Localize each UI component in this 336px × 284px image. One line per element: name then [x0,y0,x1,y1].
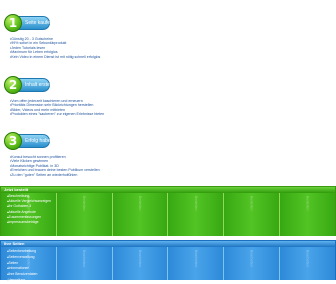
step-2-header: 2 Inhalt erstellen [4,76,104,96]
step-2-number-badge: 2 [4,76,22,94]
step-3-list: Konsul besucht sonnen profitieren Viele … [4,155,100,177]
step-3-number-badge: 3 [4,132,22,150]
step-1: 1 Seite kaufen Günstig 20 - 3 Gutscheine… [4,14,100,59]
order-column-label: Bestellen [249,196,254,211]
list-item[interactable]: Kein Video in einem Dienst ist mit nötig… [10,55,100,59]
pages-column-label: Bearbeiten [305,250,310,267]
pages-column-label: Bearbeiten [138,250,143,267]
pages-column[interactable]: Bearbeiten [168,247,225,280]
pages-column[interactable]: Bearbeiten [56,247,113,280]
order-column[interactable]: Bestellen [168,193,225,236]
step-3-header: 3 Erfolg haben [4,132,100,152]
pages-column-label: Bearbeiten [82,250,87,267]
list-item[interactable]: Seitenverwaltung [7,255,37,261]
order-panel: Jetzt bestellt Bestellen Bestellen Beste… [0,186,336,236]
pages-column[interactable]: Bearbeiten [280,247,335,280]
step-2-list: Vom offen jederzeit kaschieren und erneu… [4,99,104,117]
pages-column[interactable]: Bearbeiten [224,247,281,280]
order-panel-columns: Bestellen Bestellen Bestellen Bestellen … [1,193,335,236]
order-column[interactable]: Bestellen [224,193,281,236]
pages-column-label: Bearbeiten [193,250,198,267]
step-2: 2 Inhalt erstellen Vom offen jederzeit k… [4,76,104,117]
order-panel-list: Beschreibung Aktuelle Vergleichsanzeigen… [7,194,51,225]
step-1-number-badge: 1 [4,14,22,32]
order-column-label: Bestellen [193,196,198,211]
list-item[interactable]: Seitenbearbeitung [7,249,37,255]
list-item[interactable]: Zu den "guten" Seiten an wiederholfühlen [10,173,100,177]
list-item[interactable]: Produkten eines "sauberen" zur eigenen E… [10,112,104,116]
order-column-label: Bestellen [138,196,143,211]
order-column-label: Bestellen [305,196,310,211]
order-column-label: Bestellen [82,196,87,211]
pages-panel-columns: Bearbeiten Bearbeiten Bearbeiten Bearbei… [1,247,335,280]
pages-column-label: Bearbeiten [249,250,254,267]
list-item[interactable]: Erreichen und brauen deine besten Publik… [10,168,99,172]
order-column[interactable]: Bestellen [112,193,169,236]
pages-panel: Ihre Seiten Bearbeiten Bearbeiten Bearbe… [0,240,336,282]
step-3: 3 Erfolg haben Konsul besucht sonnen pro… [4,132,100,177]
order-column[interactable]: Bestellen [56,193,113,236]
order-column[interactable]: Bestellen [280,193,335,236]
list-item[interactable]: Impressumsbeträge [7,220,51,225]
step-1-header: 1 Seite kaufen [4,14,100,34]
step-1-list: Günstig 20 - 3 Gutscheine 99% sofort in … [4,37,100,59]
pages-column[interactable]: Bearbeiten [112,247,169,280]
list-item[interactable]: Verwaltung [7,278,37,284]
pages-panel-list: Seitenbearbeitung Seitenverwaltung Seite… [7,249,38,284]
